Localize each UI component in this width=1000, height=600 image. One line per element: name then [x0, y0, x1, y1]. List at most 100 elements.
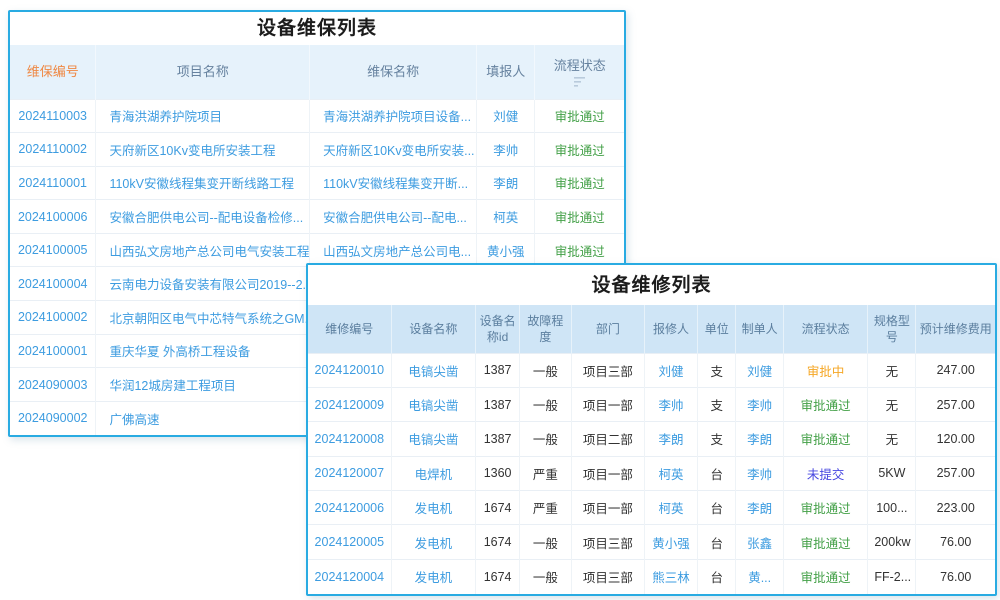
maintenance-cell-id[interactable]: 2024100004: [10, 267, 96, 301]
repair-cell-creator[interactable]: 刘健: [736, 353, 783, 387]
maintenance-cell-id[interactable]: 2024110001: [10, 166, 96, 200]
repair-cell-device[interactable]: 发电机: [391, 491, 476, 525]
repair-cell-device[interactable]: 电焊机: [391, 456, 476, 490]
maintenance-cell-project[interactable]: 广佛高速: [96, 401, 310, 435]
repair-table-row: 2024120007电焊机1360严重项目一部柯英台李帅未提交5KW257.00: [308, 456, 995, 490]
maintenance-cell-project[interactable]: 云南电力设备安装有限公司2019--2...: [96, 267, 310, 301]
maintenance-table-row: 2024110003青海洪湖养护院项目青海洪湖养护院项目设备...刘健审批通过: [10, 99, 624, 133]
repair-cell-id[interactable]: 2024120004: [308, 559, 391, 593]
maintenance-table-title: 设备维保列表: [10, 12, 624, 45]
maintenance-col-header-id[interactable]: 维保编号: [10, 45, 96, 99]
repair-cell-creator[interactable]: 李朗: [736, 422, 783, 456]
maintenance-cell-status: 审批通过: [535, 99, 624, 133]
repair-cell-reporter[interactable]: 柯英: [645, 456, 698, 490]
repair-cell-reporter[interactable]: 黄小强: [645, 525, 698, 559]
maintenance-cell-reporter[interactable]: 李朗: [477, 166, 535, 200]
maintenance-col-label-id: 维保编号: [27, 64, 79, 79]
repair-cell-device[interactable]: 发电机: [391, 559, 476, 593]
repair-cell-status: 审批通过: [783, 422, 868, 456]
repair-col-header-severity: 故障程度: [520, 305, 572, 353]
maintenance-cell-project[interactable]: 山西弘文房地产总公司电气安装工程: [96, 233, 310, 267]
maintenance-cell-name[interactable]: 安徽合肥供电公司--配电...: [310, 200, 477, 234]
maintenance-cell-status: 审批通过: [535, 133, 624, 167]
maintenance-col-label-project: 项目名称: [177, 64, 229, 79]
maintenance-cell-project[interactable]: 重庆华夏 外高桥工程设备: [96, 334, 310, 368]
maintenance-cell-id[interactable]: 2024100002: [10, 301, 96, 335]
repair-cell-creator[interactable]: 李帅: [736, 456, 783, 490]
repair-table-row: 2024120010电镐尖凿1387一般项目三部刘健支刘健审批中无247.00: [308, 353, 995, 387]
repair-cell-model: 无: [868, 387, 916, 421]
maintenance-cell-name[interactable]: 山西弘文房地产总公司电...: [310, 233, 477, 267]
repair-cell-severity: 严重: [520, 456, 572, 490]
repair-table-body: 2024120010电镐尖凿1387一般项目三部刘健支刘健审批中无247.002…: [308, 353, 995, 594]
repair-table-row: 2024120008电镐尖凿1387一般项目二部李朗支李朗审批通过无120.00: [308, 422, 995, 456]
maintenance-cell-id[interactable]: 2024090003: [10, 368, 96, 402]
repair-cell-cost: 76.00: [916, 559, 995, 593]
repair-cell-dept: 项目三部: [571, 559, 645, 593]
maintenance-cell-reporter[interactable]: 柯英: [477, 200, 535, 234]
maintenance-cell-id[interactable]: 2024100006: [10, 200, 96, 234]
maintenance-cell-reporter[interactable]: 刘健: [477, 99, 535, 133]
repair-cell-severity: 一般: [520, 387, 572, 421]
maintenance-cell-project[interactable]: 华润12城房建工程项目: [96, 368, 310, 402]
repair-cell-id[interactable]: 2024120006: [308, 491, 391, 525]
maintenance-cell-name[interactable]: 110kV安徽线程集变开断...: [310, 166, 477, 200]
repair-cell-device_id: 1674: [476, 525, 520, 559]
maintenance-cell-project[interactable]: 青海洪湖养护院项目: [96, 99, 310, 133]
repair-col-label-device_id: 设备名称id: [480, 314, 516, 344]
repair-cell-device_id: 1387: [476, 422, 520, 456]
repair-cell-creator[interactable]: 张鑫: [736, 525, 783, 559]
repair-cell-id[interactable]: 2024120009: [308, 387, 391, 421]
repair-table-row: 2024120009电镐尖凿1387一般项目一部李帅支李帅审批通过无257.00: [308, 387, 995, 421]
maintenance-cell-id[interactable]: 2024110003: [10, 99, 96, 133]
repair-cell-cost: 257.00: [916, 456, 995, 490]
sort-icon: [573, 76, 586, 87]
maintenance-table-row: 2024100006安徽合肥供电公司--配电设备检修...安徽合肥供电公司--配…: [10, 200, 624, 234]
maintenance-cell-project[interactable]: 天府新区10Kv变电所安装工程: [96, 133, 310, 167]
maintenance-cell-id[interactable]: 2024100001: [10, 334, 96, 368]
repair-col-header-status: 流程状态: [783, 305, 868, 353]
repair-cell-id[interactable]: 2024120005: [308, 525, 391, 559]
repair-cell-reporter[interactable]: 李帅: [645, 387, 698, 421]
maintenance-cell-id[interactable]: 2024100005: [10, 233, 96, 267]
repair-cell-creator[interactable]: 李朗: [736, 491, 783, 525]
repair-cell-reporter[interactable]: 刘健: [645, 353, 698, 387]
repair-cell-unit: 支: [697, 387, 735, 421]
repair-cell-device_id: 1387: [476, 387, 520, 421]
maintenance-table-head: 维保编号项目名称维保名称填报人流程状态: [10, 45, 624, 99]
repair-table: 维修编号设备名称设备名称id故障程度部门报修人单位制单人流程状态规格型号预计维修…: [308, 305, 995, 594]
repair-cell-id[interactable]: 2024120008: [308, 422, 391, 456]
repair-col-header-unit: 单位: [697, 305, 735, 353]
repair-cell-device[interactable]: 电镐尖凿: [391, 422, 476, 456]
repair-cell-cost: 257.00: [916, 387, 995, 421]
repair-col-header-model: 规格型号: [868, 305, 916, 353]
maintenance-cell-id[interactable]: 2024090002: [10, 401, 96, 435]
repair-cell-device[interactable]: 电镐尖凿: [391, 387, 476, 421]
maintenance-col-header-status[interactable]: 流程状态: [535, 45, 624, 99]
repair-cell-status: 审批通过: [783, 525, 868, 559]
maintenance-cell-project[interactable]: 安徽合肥供电公司--配电设备检修...: [96, 200, 310, 234]
maintenance-cell-status: 审批通过: [535, 166, 624, 200]
maintenance-cell-reporter[interactable]: 黄小强: [477, 233, 535, 267]
repair-col-label-status: 流程状态: [802, 322, 850, 336]
maintenance-col-header-project: 项目名称: [96, 45, 310, 99]
repair-cell-device[interactable]: 发电机: [391, 525, 476, 559]
repair-cell-creator[interactable]: 黄...: [736, 559, 783, 593]
maintenance-cell-reporter[interactable]: 李帅: [477, 133, 535, 167]
repair-cell-reporter[interactable]: 熊三林: [645, 559, 698, 593]
repair-cell-device_id: 1387: [476, 353, 520, 387]
repair-table-card: 设备维修列表 维修编号设备名称设备名称id故障程度部门报修人单位制单人流程状态规…: [306, 263, 997, 596]
repair-cell-device[interactable]: 电镐尖凿: [391, 353, 476, 387]
repair-cell-creator[interactable]: 李帅: [736, 387, 783, 421]
maintenance-cell-project[interactable]: 110kV安徽线程集变开断线路工程: [96, 166, 310, 200]
repair-cell-reporter[interactable]: 李朗: [645, 422, 698, 456]
repair-cell-dept: 项目一部: [571, 456, 645, 490]
maintenance-cell-name[interactable]: 青海洪湖养护院项目设备...: [310, 99, 477, 133]
repair-cell-reporter[interactable]: 柯英: [645, 491, 698, 525]
maintenance-cell-name[interactable]: 天府新区10Kv变电所安装...: [310, 133, 477, 167]
repair-cell-id[interactable]: 2024120007: [308, 456, 391, 490]
repair-cell-id[interactable]: 2024120010: [308, 353, 391, 387]
maintenance-cell-id[interactable]: 2024110002: [10, 133, 96, 167]
maintenance-col-label-status: 流程状态: [554, 58, 606, 73]
maintenance-cell-project[interactable]: 北京朝阳区电气中芯特气系统之GM...: [96, 301, 310, 335]
